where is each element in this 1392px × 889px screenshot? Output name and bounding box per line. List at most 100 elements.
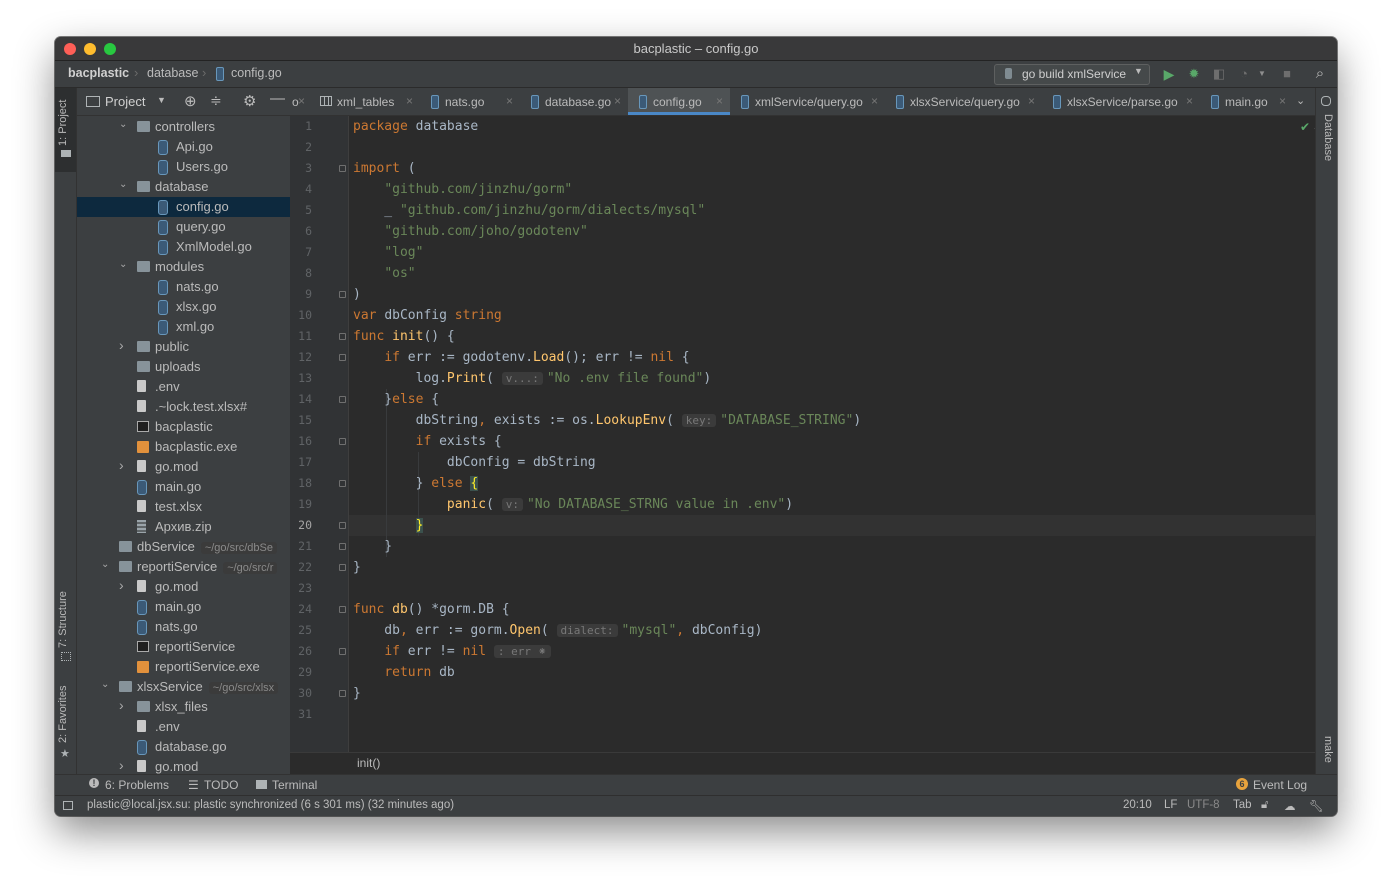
fold-marker-icon[interactable] <box>339 648 346 655</box>
fold-marker-icon[interactable] <box>339 522 346 529</box>
chevron-down-icon[interactable]: ⌄ <box>119 119 127 130</box>
tree-file[interactable]: xlsx.go <box>77 297 290 317</box>
tree-file[interactable]: › go.mod <box>77 457 290 477</box>
editor-tab[interactable]: xmlService/query.go × <box>730 88 885 115</box>
git-hint-icon[interactable]: ☁ <box>1284 799 1296 813</box>
run-with-coverage-icon[interactable]: ◧ <box>1211 66 1227 82</box>
breadcrumb-folder[interactable]: database <box>147 66 198 80</box>
tree-file[interactable]: test.xlsx <box>77 497 290 517</box>
chevron-down-icon[interactable]: ⌄ <box>119 259 127 270</box>
chevron-down-icon[interactable]: ⌄ <box>101 679 109 690</box>
close-icon[interactable]: × <box>1028 94 1035 108</box>
chevron-right-icon[interactable]: › <box>119 577 124 593</box>
editor-tab[interactable]: xlsxService/parse.go × <box>1042 88 1200 115</box>
tool-tab-database[interactable]: Database <box>1322 114 1334 161</box>
event-log-tool-tab[interactable]: Event Log <box>1253 778 1307 792</box>
tree-folder[interactable]: ⌄ database <box>77 177 290 197</box>
run-icon[interactable]: ▶ <box>1161 66 1177 82</box>
tree-file[interactable]: main.go <box>77 477 290 497</box>
run-configuration-select[interactable]: go build xmlService ▼ <box>994 64 1150 85</box>
tree-file[interactable]: database.go <box>77 737 290 757</box>
fold-marker-icon[interactable] <box>339 354 346 361</box>
tree-file[interactable]: xml.go <box>77 317 290 337</box>
project-view-label[interactable]: Project <box>105 94 145 109</box>
close-icon[interactable]: × <box>1279 94 1286 108</box>
tool-tab-make[interactable]: make <box>1322 736 1334 763</box>
file-encoding[interactable]: UTF-8 <box>1187 799 1220 811</box>
fold-marker-icon[interactable] <box>339 396 346 403</box>
tree-file[interactable]: › go.mod <box>77 577 290 597</box>
terminal-tool-tab[interactable]: Terminal <box>272 778 317 792</box>
close-icon[interactable]: × <box>406 94 413 108</box>
fold-marker-icon[interactable] <box>339 480 346 487</box>
tree-folder[interactable]: ⌄ reportiService ~/go/src/r <box>77 557 290 577</box>
tree-folder[interactable]: uploads <box>77 357 290 377</box>
tree-folder[interactable]: ⌄ controllers <box>77 117 290 137</box>
editor-tab[interactable]: config.go × <box>628 88 730 115</box>
close-icon[interactable]: × <box>871 94 878 108</box>
tree-file[interactable]: reportiService <box>77 637 290 657</box>
gear-icon[interactable]: ⚙ <box>243 92 256 110</box>
chevron-down-icon[interactable]: ⌄ <box>1296 94 1305 107</box>
code-editor[interactable]: package database import ( "github.com/jin… <box>349 116 1315 772</box>
tool-tab-favorites[interactable]: 2: Favorites <box>57 686 69 743</box>
tree-file[interactable]: reportiService.exe <box>77 657 290 677</box>
tree-file[interactable]: bacplastic.exe <box>77 437 290 457</box>
breadcrumb-file[interactable]: config.go <box>231 66 282 80</box>
chevron-right-icon[interactable]: › <box>119 337 124 353</box>
stop-icon[interactable]: ■ <box>1279 66 1295 82</box>
fold-marker-icon[interactable] <box>339 564 346 571</box>
chevron-right-icon[interactable]: › <box>119 697 124 713</box>
tree-folder[interactable]: dbService ~/go/src/dbSe <box>77 537 290 557</box>
tree-folder[interactable]: ⌄ modules <box>77 257 290 277</box>
tree-folder[interactable]: › xlsx_files <box>77 697 290 717</box>
tree-folder[interactable]: › public <box>77 337 290 357</box>
tool-tab-project[interactable]: 1: Project <box>57 100 69 146</box>
fold-marker-icon[interactable] <box>339 165 346 172</box>
chevron-down-icon[interactable]: ▼ <box>1254 66 1270 82</box>
inspection-ok-icon[interactable]: ✔ <box>1300 120 1310 134</box>
wrench-icon[interactable]: 🔧︎ <box>1309 799 1324 813</box>
fold-marker-icon[interactable] <box>339 543 346 550</box>
profile-icon[interactable]: ◔ <box>1236 66 1252 82</box>
fold-marker-icon[interactable] <box>339 690 346 697</box>
tree-file[interactable]: .~lock.test.xlsx# <box>77 397 290 417</box>
tree-file[interactable]: Api.go <box>77 137 290 157</box>
problems-tool-tab[interactable]: 6: Problems <box>105 778 169 792</box>
status-message[interactable]: plastic@local.jsx.su: plastic synchroniz… <box>87 799 454 811</box>
lock-icon[interactable]: 🔓︎ <box>1261 799 1268 812</box>
indent-setting[interactable]: Tab <box>1233 799 1252 811</box>
tree-file[interactable]: › go.mod <box>77 757 290 774</box>
chevron-right-icon[interactable]: › <box>119 457 124 473</box>
editor-tab[interactable]: o × <box>290 88 312 115</box>
fold-marker-icon[interactable] <box>339 438 346 445</box>
tree-file[interactable]: query.go <box>77 217 290 237</box>
locate-file-icon[interactable]: ⊕ <box>184 92 197 110</box>
tree-file[interactable]: nats.go <box>77 277 290 297</box>
tree-file[interactable]: bacplastic <box>77 417 290 437</box>
tree-file[interactable]: .env <box>77 717 290 737</box>
close-icon[interactable]: × <box>614 94 621 108</box>
chevron-down-icon[interactable]: ⌄ <box>101 559 109 570</box>
editor-tab[interactable]: xml_tables × <box>312 88 420 115</box>
caret-position[interactable]: 20:10 <box>1123 799 1152 811</box>
chevron-down-icon[interactable]: ⌄ <box>119 179 127 190</box>
todo-tool-tab[interactable]: TODO <box>204 778 238 792</box>
editor-breadcrumb[interactable]: init() <box>357 756 380 770</box>
tree-file[interactable]: config.go <box>77 197 290 217</box>
editor-tab[interactable]: xlsxService/query.go × <box>885 88 1042 115</box>
tree-file[interactable]: Users.go <box>77 157 290 177</box>
tree-folder[interactable]: ⌄ xlsxService ~/go/src/xlsx <box>77 677 290 697</box>
close-icon[interactable]: × <box>716 94 723 108</box>
fold-marker-icon[interactable] <box>339 291 346 298</box>
debug-icon[interactable]: ✹ <box>1186 66 1202 82</box>
line-separator[interactable]: LF <box>1164 799 1177 811</box>
tool-tab-structure[interactable]: 7: Structure <box>57 591 69 648</box>
fold-marker-icon[interactable] <box>339 333 346 340</box>
editor-tab[interactable]: main.go × <box>1200 88 1293 115</box>
tree-file[interactable]: XmlModel.go <box>77 237 290 257</box>
breadcrumb-project[interactable]: bacplastic <box>68 66 129 80</box>
tree-file[interactable]: Архив.zip <box>77 517 290 537</box>
close-icon[interactable]: × <box>298 94 305 108</box>
tree-file[interactable]: nats.go <box>77 617 290 637</box>
